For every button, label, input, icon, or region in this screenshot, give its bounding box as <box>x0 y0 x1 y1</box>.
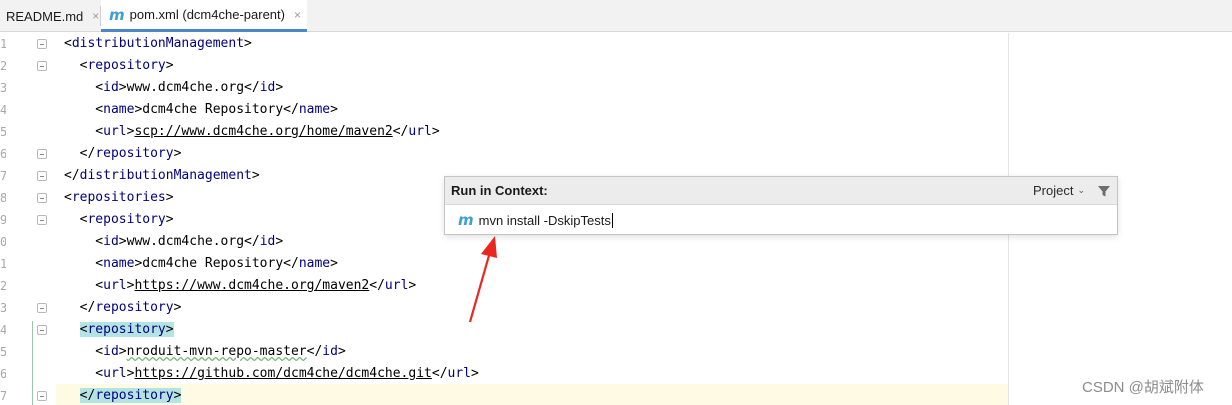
annotation-arrow <box>468 236 497 323</box>
watermark: CSDN @胡斌附体 <box>1082 379 1204 396</box>
